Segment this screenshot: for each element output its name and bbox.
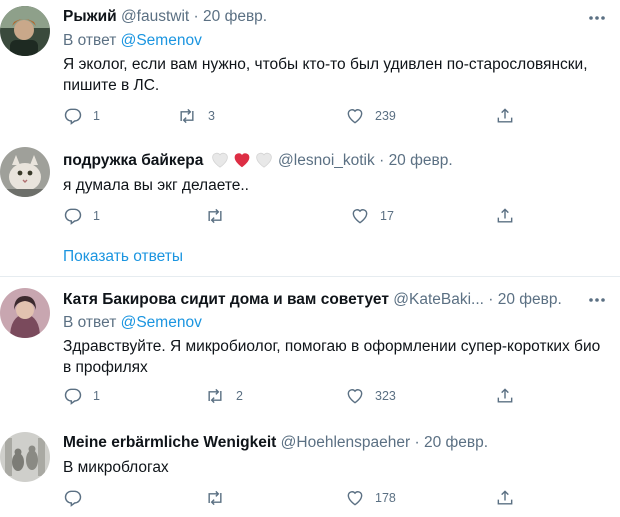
- tweet-date[interactable]: 20 февр.: [498, 291, 562, 308]
- reply-prefix: В ответ: [63, 32, 117, 49]
- reply-icon: [64, 208, 82, 225]
- author-name[interactable]: Рыжий: [63, 8, 117, 25]
- like-count: 323: [375, 389, 396, 403]
- tweet-date[interactable]: 20 февр.: [389, 152, 453, 169]
- separator: ·: [488, 291, 494, 308]
- share-icon: [497, 208, 513, 223]
- author-handle[interactable]: @KateBaki...: [393, 291, 484, 308]
- author-name[interactable]: Катя Бакирова сидит дома и вам советует: [63, 291, 389, 308]
- share-icon: [497, 108, 513, 123]
- separator: ·: [193, 8, 199, 25]
- retweet-icon: [208, 490, 222, 506]
- tweet-header: Катя Бакирова сидит дома и вам советует …: [63, 290, 562, 310]
- retweet-button[interactable]: [204, 488, 236, 508]
- retweet-count: 2: [236, 389, 243, 403]
- heart-icon: [347, 491, 363, 506]
- more-options-icon[interactable]: [586, 8, 608, 28]
- tweet-actions: 1 3 239: [63, 106, 523, 126]
- like-button[interactable]: 239: [345, 106, 396, 126]
- avatar[interactable]: [0, 432, 50, 482]
- reply-context: В ответ @Semenov: [63, 31, 202, 51]
- share-icon: [497, 490, 513, 505]
- author-handle[interactable]: @Hoehlenspaeher: [281, 434, 411, 451]
- tweet-actions: 1 17: [63, 206, 523, 226]
- tweet[interactable]: Катя Бакирова сидит дома и вам советует …: [0, 277, 620, 419]
- tweet[interactable]: подружка байкера @lesnoi_kotik · 20 февр…: [0, 140, 620, 271]
- white-heart-icon: [210, 150, 230, 174]
- heart-icon: [347, 109, 363, 124]
- white-heart-icon: [254, 150, 274, 174]
- reply-button[interactable]: 1: [63, 206, 100, 226]
- retweet-icon: [208, 388, 222, 404]
- tweet-actions: 178: [63, 488, 523, 508]
- separator: ·: [379, 152, 385, 169]
- reply-prefix: В ответ: [63, 314, 117, 331]
- tweet-date[interactable]: 20 февр.: [203, 8, 267, 25]
- reply-mention-link[interactable]: @Semenov: [121, 32, 202, 49]
- author-handle[interactable]: @faustwit: [121, 8, 189, 25]
- retweet-button[interactable]: [204, 206, 236, 226]
- heart-icon: [347, 389, 363, 404]
- show-replies-link[interactable]: Показать ответы: [63, 247, 183, 267]
- tweet-text: Здравствуйте. Я микробиолог, помогаю в о…: [63, 338, 601, 376]
- like-button[interactable]: 17: [350, 206, 394, 226]
- retweet-button[interactable]: 2: [204, 386, 243, 406]
- more-options-icon[interactable]: [586, 290, 608, 310]
- share-icon: [497, 388, 513, 403]
- tweet[interactable]: Рыжий @faustwit · 20 февр. В ответ @Seme…: [0, 0, 620, 140]
- tweet-text: Я эколог, если вам нужно, чтобы кто-то б…: [63, 56, 588, 94]
- retweet-count: 3: [208, 109, 215, 123]
- reply-button[interactable]: 1: [63, 386, 100, 406]
- tweet-text: В микроблогах: [63, 459, 169, 476]
- reply-count: 1: [93, 109, 100, 123]
- like-button[interactable]: 323: [345, 386, 396, 406]
- like-count: 17: [380, 209, 394, 223]
- avatar[interactable]: [0, 6, 50, 56]
- tweet[interactable]: Meine erbärmliche Wenigkeit @Hoehlenspae…: [0, 419, 620, 517]
- reply-mention-link[interactable]: @Semenov: [121, 314, 202, 331]
- share-button[interactable]: [495, 206, 515, 226]
- reply-icon: [64, 388, 82, 405]
- like-count: 239: [375, 109, 396, 123]
- tweet-text: я думала вы экг делаете..: [63, 177, 249, 194]
- retweet-button[interactable]: 3: [176, 106, 215, 126]
- like-button[interactable]: 178: [345, 488, 396, 508]
- reply-count: 1: [93, 209, 100, 223]
- separator: ·: [414, 434, 420, 451]
- author-name[interactable]: подружка байкера: [63, 152, 203, 169]
- reply-button[interactable]: 1: [63, 106, 100, 126]
- tweet-date[interactable]: 20 февр.: [424, 434, 488, 451]
- tweet-header: Meine erbärmliche Wenigkeit @Hoehlenspae…: [63, 433, 488, 453]
- author-name[interactable]: Meine erbärmliche Wenigkeit: [63, 434, 276, 451]
- share-button[interactable]: [495, 386, 515, 406]
- avatar[interactable]: [0, 288, 50, 338]
- reply-icon: [64, 108, 82, 125]
- author-handle[interactable]: @lesnoi_kotik: [278, 152, 375, 169]
- share-button[interactable]: [495, 488, 515, 508]
- tweet-actions: 1 2 323: [63, 386, 523, 406]
- reply-context: В ответ @Semenov: [63, 313, 202, 333]
- tweet-header: Рыжий @faustwit · 20 февр.: [63, 7, 267, 27]
- tweet-header: подружка байкера @lesnoi_kotik · 20 февр…: [63, 150, 453, 174]
- retweet-icon: [208, 208, 222, 224]
- avatar[interactable]: [0, 147, 50, 197]
- like-count: 178: [375, 491, 396, 505]
- share-button[interactable]: [495, 106, 515, 126]
- reply-count: 1: [93, 389, 100, 403]
- retweet-icon: [180, 108, 194, 124]
- reply-icon: [64, 490, 82, 507]
- red-heart-icon: [232, 150, 252, 174]
- reply-button[interactable]: [63, 488, 93, 508]
- heart-icon: [352, 209, 368, 224]
